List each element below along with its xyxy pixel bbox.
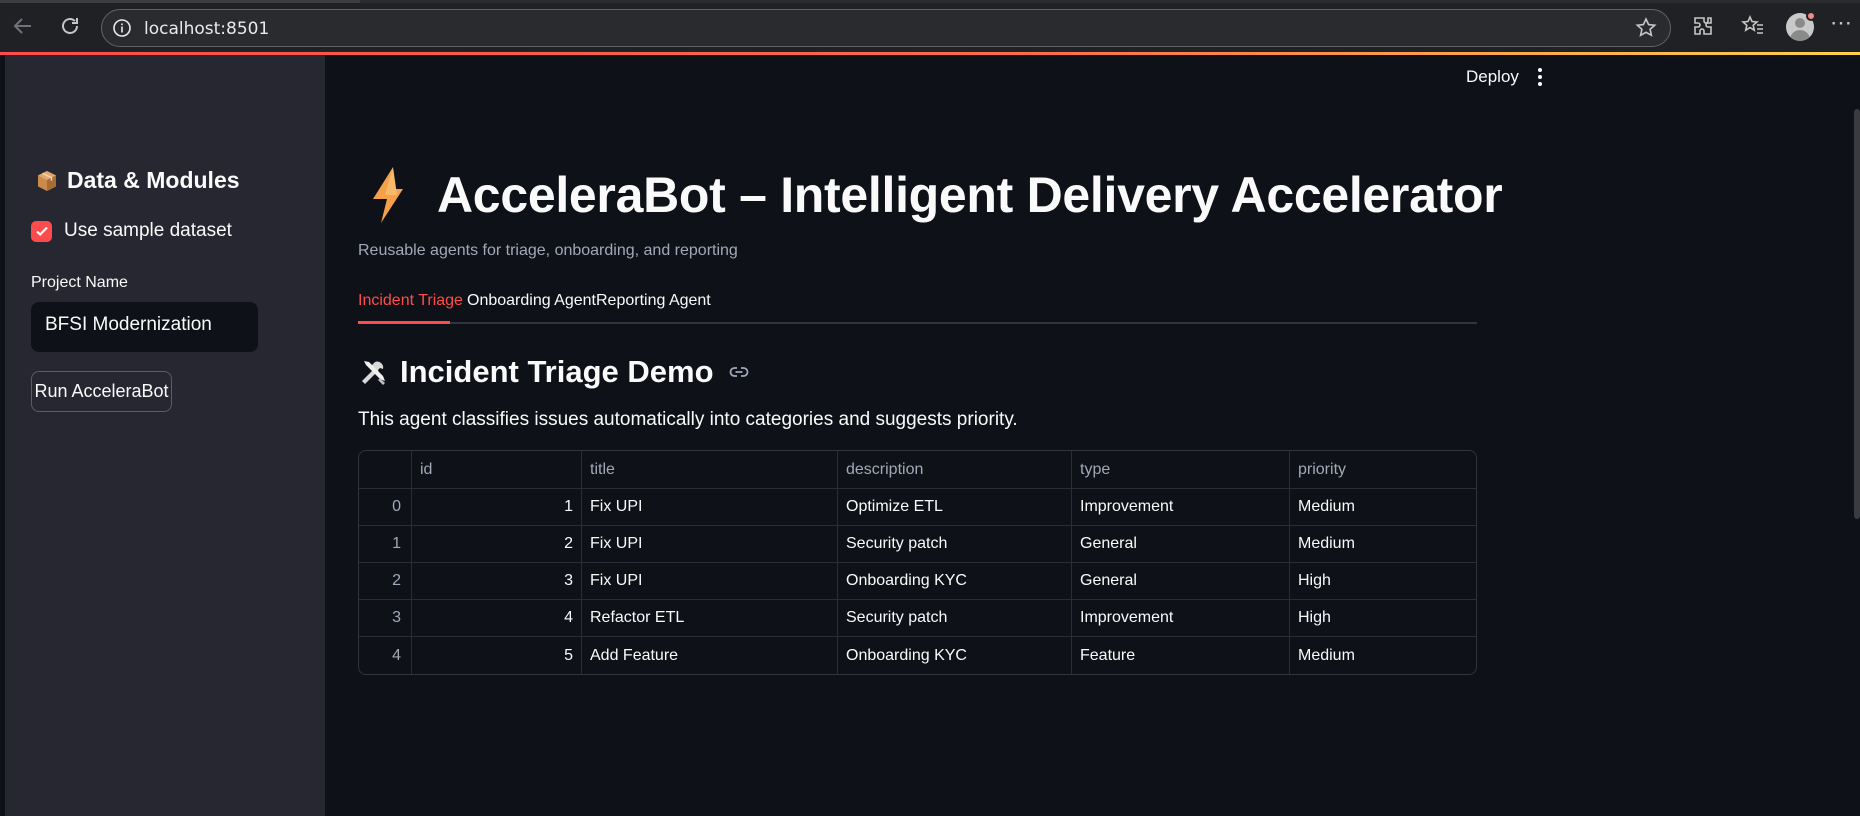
incident-table[interactable]: id title description type priority 0 1 F… (358, 450, 1477, 675)
page-title: AcceleraBot – Intelligent Delivery Accel… (437, 167, 1503, 223)
deploy-button[interactable]: Deploy (1466, 67, 1519, 87)
cell-title[interactable]: Refactor ETL (582, 600, 838, 636)
section-heading-text: Incident Triage Demo (400, 354, 714, 389)
tab-strip (0, 0, 1860, 3)
app-menu-icon[interactable] (1530, 66, 1550, 88)
cell-description[interactable]: Security patch (838, 600, 1072, 636)
cell-id[interactable]: 5 (412, 637, 582, 674)
project-name-label: Project Name (31, 274, 128, 291)
sample-dataset-checkbox-row[interactable]: Use sample dataset (31, 220, 232, 242)
sample-dataset-checkbox[interactable] (31, 220, 52, 242)
header-id[interactable]: id (412, 451, 582, 488)
table-row[interactable]: 3 4 Refactor ETL Security patch Improvem… (359, 600, 1476, 637)
tab-reporting-agent[interactable]: Reporting Agent (596, 292, 711, 310)
sidebar: Data & Modules Use sample dataset Projec… (5, 55, 325, 816)
active-tab-underline (358, 321, 450, 324)
cell-priority[interactable]: Medium (1290, 489, 1476, 525)
cell-type[interactable]: Improvement (1072, 489, 1290, 525)
row-index[interactable]: 4 (359, 637, 412, 674)
table-row[interactable]: 1 2 Fix UPI Security patch General Mediu… (359, 526, 1476, 563)
header-title[interactable]: title (582, 451, 838, 488)
reload-icon[interactable] (55, 11, 85, 41)
active-tab-indicator (0, 0, 360, 3)
sample-dataset-label[interactable]: Use sample dataset (64, 220, 232, 242)
cell-priority[interactable]: High (1290, 600, 1476, 636)
cell-description[interactable]: Onboarding KYC (838, 563, 1072, 599)
row-index[interactable]: 0 (359, 489, 412, 525)
table-row[interactable]: 0 1 Fix UPI Optimize ETL Improvement Med… (359, 489, 1476, 526)
cell-title[interactable]: Fix UPI (582, 563, 838, 599)
url-text[interactable]: localhost:8501 (144, 19, 269, 39)
row-index[interactable]: 2 (359, 563, 412, 599)
browser-toolbar: localhost:8501 ⋯ (0, 0, 1860, 55)
cell-priority[interactable]: Medium (1290, 637, 1476, 674)
cell-id[interactable]: 1 (412, 489, 582, 525)
cell-description[interactable]: Security patch (838, 526, 1072, 562)
section-description: This agent classifies issues automatical… (358, 409, 1018, 430)
cell-title[interactable]: Fix UPI (582, 489, 838, 525)
page-caption: Reusable agents for triage, onboarding, … (358, 242, 738, 259)
header-priority[interactable]: priority (1290, 451, 1476, 488)
tools-icon (362, 361, 385, 385)
back-icon[interactable] (8, 11, 38, 41)
cell-type[interactable]: Improvement (1072, 600, 1290, 636)
project-name-input[interactable]: BFSI Modernization (31, 302, 258, 352)
table-row[interactable]: 2 3 Fix UPI Onboarding KYC General High (359, 563, 1476, 600)
cell-type[interactable]: Feature (1072, 637, 1290, 674)
cell-type[interactable]: General (1072, 563, 1290, 599)
cell-title[interactable]: Add Feature (582, 637, 838, 674)
cell-description[interactable]: Onboarding KYC (838, 637, 1072, 674)
bookmark-star-icon[interactable] (1634, 16, 1658, 40)
package-icon (38, 170, 56, 191)
address-bar[interactable]: localhost:8501 (101, 9, 1671, 47)
cell-id[interactable]: 2 (412, 526, 582, 562)
cell-id[interactable]: 4 (412, 600, 582, 636)
cell-description[interactable]: Optimize ETL (838, 489, 1072, 525)
tab-incident-triage[interactable]: Incident Triage (358, 292, 463, 310)
run-accelerabot-button[interactable]: Run AcceleraBot (31, 371, 172, 412)
browser-menu-icon[interactable]: ⋯ (1830, 10, 1852, 36)
table-header-row: id title description type priority (359, 451, 1476, 489)
sidebar-header-text: Data & Modules (67, 167, 240, 193)
table-row[interactable]: 4 5 Add Feature Onboarding KYC Feature M… (359, 637, 1476, 674)
header-index[interactable] (359, 451, 412, 488)
favorites-icon[interactable] (1740, 13, 1766, 39)
cell-type[interactable]: General (1072, 526, 1290, 562)
cell-title[interactable]: Fix UPI (582, 526, 838, 562)
row-index[interactable]: 1 (359, 526, 412, 562)
row-index[interactable]: 3 (359, 600, 412, 636)
main-content: Deploy AcceleraBot – Intelligent Deliver… (325, 55, 1860, 816)
cell-id[interactable]: 3 (412, 563, 582, 599)
notification-badge (1806, 11, 1816, 21)
page-title-row: AcceleraBot – Intelligent Delivery Accel… (361, 165, 1503, 225)
header-description[interactable]: description (838, 451, 1072, 488)
header-type[interactable]: type (1072, 451, 1290, 488)
site-info-icon[interactable] (112, 18, 132, 38)
cell-priority[interactable]: High (1290, 563, 1476, 599)
section-heading: Incident Triage Demo (358, 354, 750, 390)
anchor-link-icon[interactable] (728, 361, 750, 383)
tab-bar: Incident Triage Onboarding Agent Reporti… (358, 292, 1477, 324)
extensions-icon[interactable] (1690, 13, 1716, 39)
sidebar-header: Data & Modules (35, 167, 240, 194)
checkmark-icon (35, 226, 48, 237)
tab-onboarding-agent[interactable]: Onboarding Agent (467, 292, 596, 310)
scrollbar[interactable] (1854, 109, 1860, 519)
cell-priority[interactable]: Medium (1290, 526, 1476, 562)
lightning-icon (373, 167, 403, 223)
